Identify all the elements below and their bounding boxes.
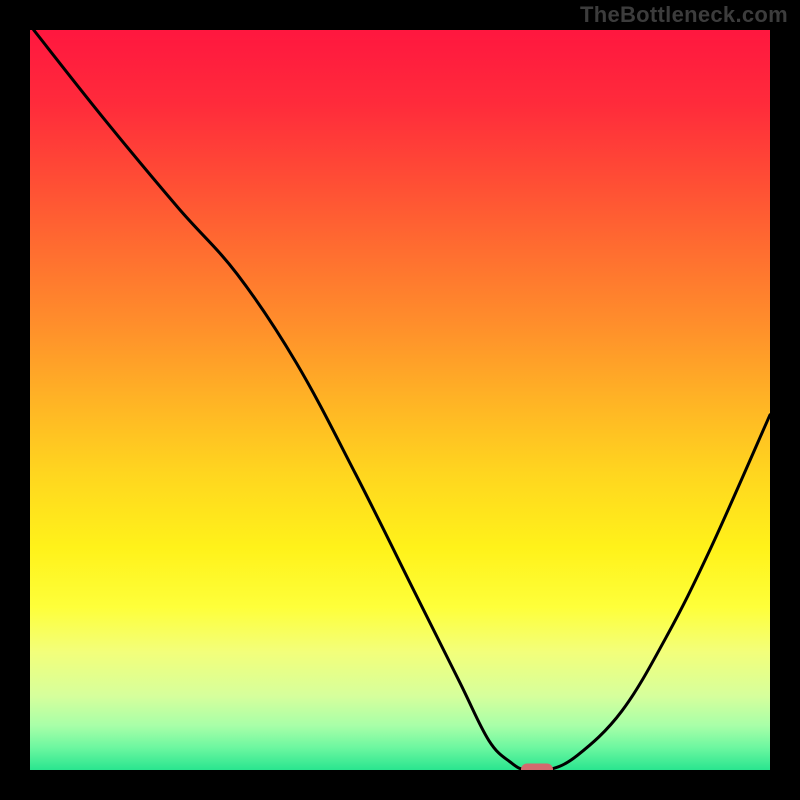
optimal-marker: [521, 764, 553, 771]
plot-area: [30, 30, 770, 770]
gradient-background: [30, 30, 770, 770]
chart-frame: TheBottleneck.com: [0, 0, 800, 800]
watermark-text: TheBottleneck.com: [580, 2, 788, 28]
bottleneck-chart-svg: [30, 30, 770, 770]
